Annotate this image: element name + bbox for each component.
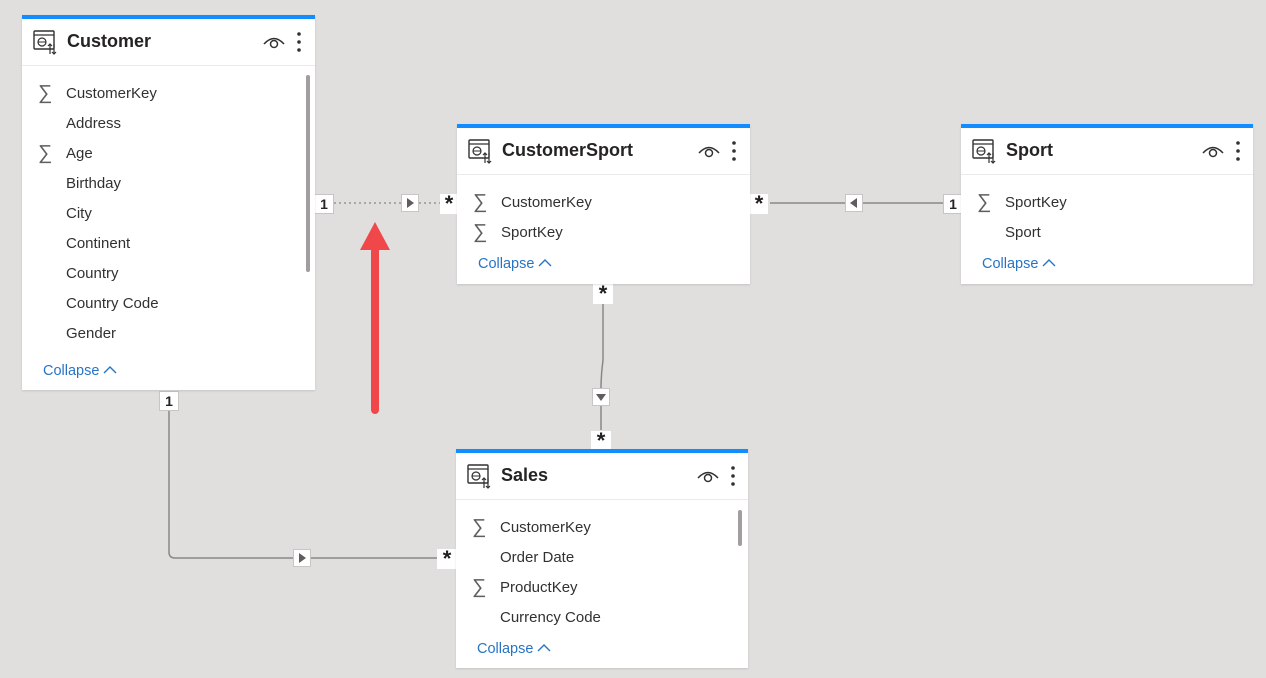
crossfilter-direction-customer-customersport[interactable] [401,194,419,212]
scrollbar[interactable] [306,75,310,272]
cardinality-many-sales-top: * [591,430,611,452]
sum-icon: ∑ [472,576,487,598]
field-label: SportKey [501,224,563,241]
cardinality-many-customersport-bottom: * [593,283,613,305]
table-header[interactable]: CustomerSport [457,128,750,175]
field-row[interactable]: City [22,199,315,229]
red-arrow-annotation [360,222,390,414]
table-icon [972,139,996,164]
field-row[interactable]: ∑ CustomerKey [456,513,748,543]
field-label: Currency Code [500,609,601,626]
more-options-icon[interactable] [295,29,303,55]
field-row[interactable]: ∑ Age [22,139,315,169]
field-row[interactable]: Address [22,109,315,139]
field-row[interactable]: Sport [961,218,1253,248]
field-label: Age [66,145,93,162]
sum-icon: ∑ [473,221,488,243]
table-icon [467,464,491,489]
table-card-sales[interactable]: Sales ∑ CustomerKey Order Date ∑ ProductKe… [456,449,748,668]
table-header[interactable]: Sales [456,453,748,500]
field-label: CustomerKey [500,519,591,536]
collapse-link[interactable]: Collapse [982,256,1056,272]
table-icon [468,139,492,164]
sum-icon: ∑ [472,516,487,538]
table-icon [33,30,57,55]
eye-icon[interactable] [1202,141,1224,161]
field-label: Continent [66,235,131,252]
field-row[interactable]: ∑ SportKey [961,188,1253,218]
field-label: City [66,205,92,222]
cardinality-one-sport: 1 [943,194,963,214]
more-options-icon[interactable] [1234,138,1242,164]
field-row[interactable]: Country [22,259,315,289]
cardinality-one-customer-customersport: 1 [314,194,334,214]
field-label: CustomerKey [501,194,592,211]
crossfilter-direction-sport-customersport[interactable] [845,194,863,212]
table-card-customer[interactable]: Customer ∑ CustomerKey Address ∑ Age Birth… [22,15,315,390]
field-label: Address [66,115,122,132]
sum-icon: ∑ [38,82,53,104]
field-label: ProductKey [500,579,578,596]
table-title: CustomerSport [502,140,634,160]
field-row[interactable]: Country Code [22,289,315,319]
relationship-customersport-sales-line [600,302,604,430]
table-title: Sport [1006,140,1053,160]
field-row[interactable]: Gender [22,319,315,349]
relationship-customer-sales-line [168,410,440,559]
sum-icon: ∑ [473,191,488,213]
field-label: Gender [66,325,117,342]
chevron-up-icon [538,259,552,267]
table-title: Customer [67,31,152,51]
cardinality-many-customersport-left: * [440,193,458,215]
field-row[interactable]: ∑ SportKey [457,218,750,248]
field-label: SportKey [1005,194,1067,211]
more-options-icon[interactable] [730,138,738,164]
field-label: Country [66,265,119,282]
collapse-link[interactable]: Collapse [477,641,551,657]
field-label: CustomerKey [66,85,157,102]
table-card-sport[interactable]: Sport ∑ SportKey Sport Collapse [961,124,1253,284]
eye-icon[interactable] [263,32,285,52]
crossfilter-direction-customer-sales[interactable] [293,549,311,567]
field-label: Order Date [500,549,575,566]
field-row[interactable]: ∑ CustomerKey [457,188,750,218]
cardinality-one-customer-bottom: 1 [159,391,179,411]
eye-icon[interactable] [698,141,720,161]
chevron-up-icon [537,644,551,652]
field-row[interactable]: Order Date [456,543,748,573]
field-row[interactable]: ∑ ProductKey [456,573,748,603]
crossfilter-direction-customersport-sales[interactable] [592,388,610,406]
model-canvas[interactable]: 1 * * 1 * * 1 * Customer ∑ CustomerKey A… [0,0,1266,678]
collapse-link[interactable]: Collapse [478,256,552,272]
table-title: Sales [501,465,549,485]
chevron-up-icon [1042,259,1056,267]
field-label: Birthday [66,175,122,192]
field-row[interactable]: Continent [22,229,315,259]
cardinality-many-customersport-right: * [750,193,768,215]
table-header[interactable]: Customer [22,19,315,66]
field-label: Country Code [66,295,159,312]
sum-icon: ∑ [38,142,53,164]
sum-icon: ∑ [977,191,992,213]
field-row[interactable]: ∑ CustomerKey [22,79,315,109]
collapse-link[interactable]: Collapse [43,363,117,379]
table-card-customersport[interactable]: CustomerSport ∑ CustomerKey ∑ SportKey Col… [457,124,750,284]
cardinality-many-sales-left: * [437,548,457,570]
field-row[interactable]: Currency Code [456,603,748,633]
eye-icon[interactable] [697,466,719,486]
field-row[interactable]: Birthday [22,169,315,199]
scrollbar[interactable] [738,510,742,546]
field-label: Sport [1005,224,1041,241]
more-options-icon[interactable] [729,463,737,489]
table-header[interactable]: Sport [961,128,1253,175]
chevron-up-icon [103,366,117,374]
